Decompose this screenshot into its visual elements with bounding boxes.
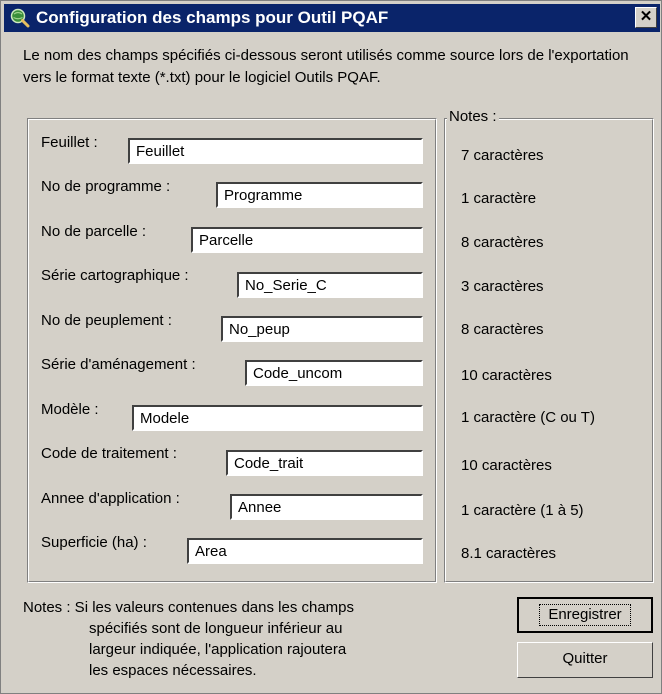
note-modele: 1 caractère (C ou T) [461, 409, 595, 426]
code-traitement-input[interactable] [226, 450, 423, 476]
field-label-serie-cartographique: Série cartographique : [41, 267, 189, 284]
field-label-superficie: Superficie (ha) : [41, 534, 147, 551]
quit-button-label: Quitter [562, 650, 608, 667]
bottom-note-line-2: spécifiés sont de longueur inférieur au [89, 620, 343, 637]
field-label-serie-amenagement: Série d'aménagement : [41, 356, 196, 373]
close-button[interactable]: ✕ [635, 7, 657, 28]
note-feuillet: 7 caractères [461, 147, 544, 164]
save-button-label: Enregistrer [539, 604, 631, 626]
note-serie-amenagement: 10 caractères [461, 367, 552, 384]
note-parcelle: 8 caractères [461, 234, 544, 251]
field-label-code-traitement: Code de traitement : [41, 445, 177, 462]
field-label-peuplement: No de peuplement : [41, 312, 172, 329]
field-label-programme: No de programme : [41, 178, 171, 195]
note-programme: 1 caractère [461, 190, 537, 207]
save-button[interactable]: Enregistrer [517, 597, 653, 633]
window-title: Configuration des champs pour Outil PQAF [36, 8, 389, 27]
peuplement-input[interactable] [221, 316, 423, 342]
note-code-traitement: 10 caractères [461, 457, 552, 474]
feuillet-input[interactable] [128, 138, 423, 164]
parcelle-input[interactable] [191, 227, 423, 253]
field-label-parcelle: No de parcelle : [41, 223, 147, 240]
globe-magnifier-icon [10, 8, 30, 28]
programme-input[interactable] [216, 182, 423, 208]
intro-text: Le nom des champs spécifiés ci-dessous s… [23, 47, 629, 86]
bottom-note: Notes : Si les valeurs contenues dans le… [23, 597, 383, 681]
bottom-note-line-4: les espaces nécessaires. [89, 662, 257, 679]
close-icon: ✕ [639, 8, 653, 25]
quit-button[interactable]: Quitter [517, 642, 653, 678]
superficie-input[interactable] [187, 538, 423, 564]
notes-legend: Notes : [447, 108, 499, 126]
modele-input[interactable] [132, 405, 423, 431]
bottom-note-line-3: largeur indiquée, l'application rajouter… [89, 641, 347, 658]
note-peuplement: 8 caractères [461, 321, 544, 338]
field-label-modele: Modèle : [41, 401, 99, 418]
dialog-window: Configuration des champs pour Outil PQAF… [0, 0, 662, 694]
serie-cartographique-input[interactable] [237, 272, 423, 298]
note-serie-cartographique: 3 caractères [461, 278, 544, 295]
serie-amenagement-input[interactable] [245, 360, 423, 386]
field-label-annee: Annee d'application : [41, 490, 180, 507]
note-annee: 1 caractère (1 à 5) [461, 502, 584, 519]
annee-input[interactable] [230, 494, 423, 520]
note-superficie: 8.1 caractères [461, 545, 557, 562]
field-label-feuillet: Feuillet : [41, 134, 98, 151]
bottom-note-line-1: Notes : Si les valeurs contenues dans le… [23, 599, 355, 616]
title-bar[interactable]: Configuration des champs pour Outil PQAF… [4, 4, 660, 32]
